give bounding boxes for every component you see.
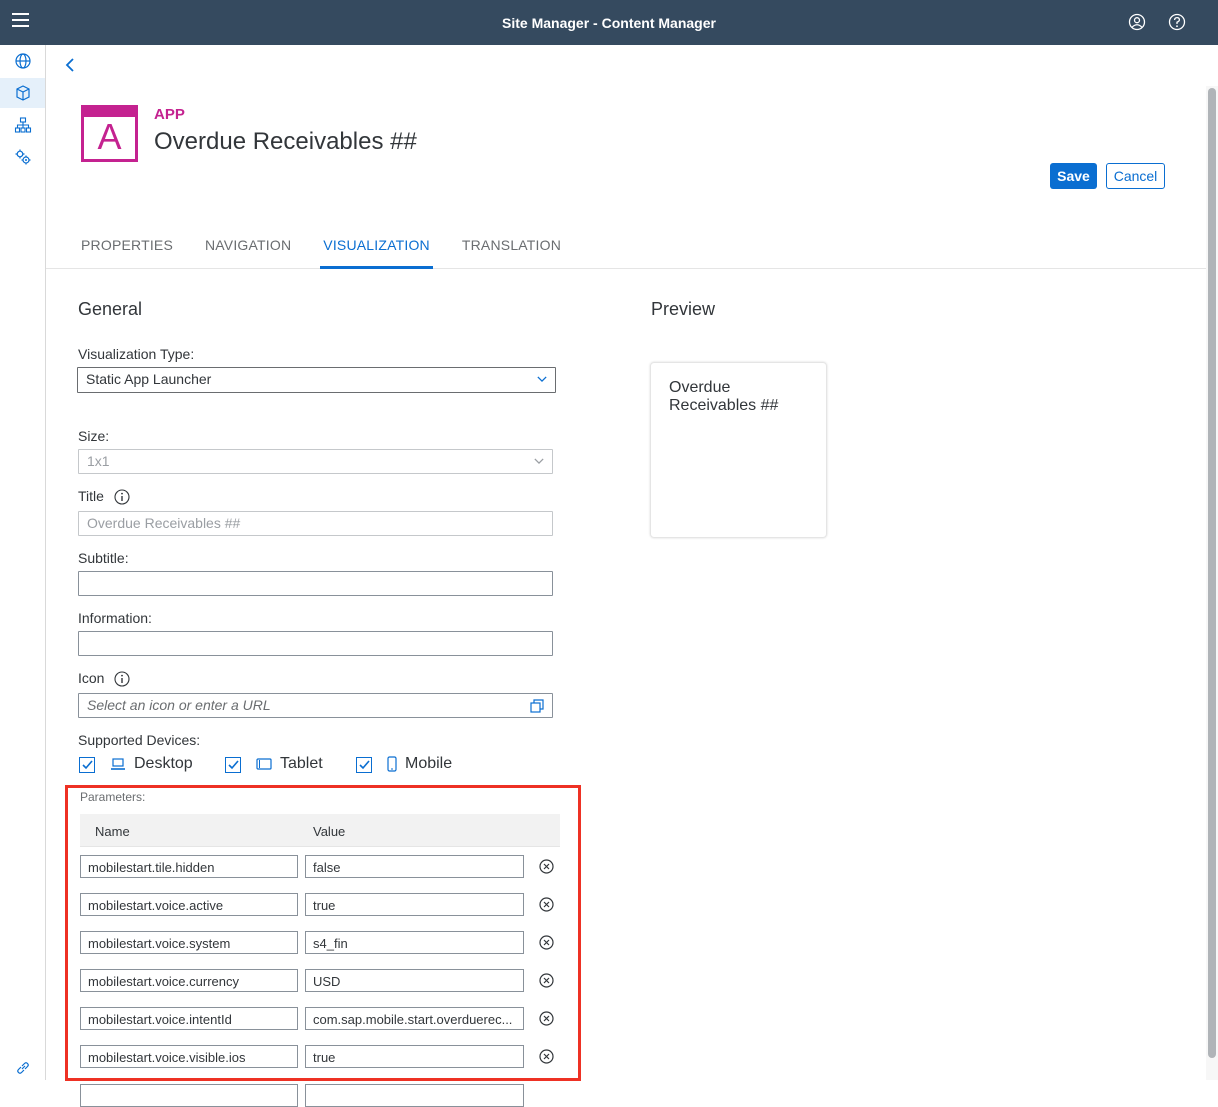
preview-tile: Overdue Receivables ## [650,362,827,538]
checkmark-icon [359,760,370,770]
size-value: 1x1 [87,453,110,469]
preview-heading: Preview [651,299,716,319]
visualization-content: General Preview Visualization Type: Stat… [46,270,1206,1107]
icon-label: Icon [78,670,130,687]
remove-row-icon[interactable] [539,859,554,874]
checkmark-icon [82,760,93,770]
scrollbar[interactable] [1206,86,1218,1080]
general-heading: General [78,299,143,319]
save-button[interactable]: Save [1050,163,1097,189]
param-value-input[interactable]: true [305,1045,524,1068]
information-input[interactable] [78,631,553,656]
help-icon[interactable] [1168,13,1186,31]
subtitle-label: Subtitle: [78,550,129,566]
size-select: 1x1 [78,449,553,474]
main-area: A APP Overdue Receivables ## Save Cancel… [46,45,1206,1107]
value-help-icon[interactable] [530,699,544,713]
link-icon [16,1062,29,1074]
param-name-input[interactable]: mobilestart.voice.visible.ios [80,1045,298,1068]
icon-placeholder: Select an icon or enter a URL [87,697,271,713]
sidebar-item-settings[interactable] [0,142,45,172]
remove-row-icon[interactable] [539,1049,554,1064]
side-navigation [0,45,46,1080]
visualization-type-label: Visualization Type: [78,346,195,362]
preview-tile-title: Overdue Receivables ## [669,379,779,414]
param-value-input[interactable]: s4_fin [305,931,524,954]
shell-title: Site Manager - Content Manager [502,15,716,31]
param-name-input[interactable]: mobilestart.voice.intentId [80,1007,298,1030]
mobile-phone-icon [387,756,397,772]
subtitle-input[interactable] [78,571,553,596]
desktop-label: Desktop [134,755,193,772]
page-title: Overdue Receivables ## [154,128,417,155]
laptop-icon [111,758,125,770]
visualization-type-value: Static App Launcher [86,371,212,387]
scrollbar-thumb[interactable] [1208,88,1216,1058]
param-value-input-new[interactable] [305,1084,524,1107]
user-icon[interactable] [1128,13,1146,31]
param-name-input[interactable]: mobilestart.voice.active [80,893,298,916]
remove-row-icon[interactable] [539,897,554,912]
info-icon[interactable] [114,489,130,505]
tablet-icon [256,758,272,770]
back-chevron-icon[interactable] [64,57,76,73]
mobile-checkbox[interactable] [356,757,372,773]
visualization-type-select[interactable]: Static App Launcher [77,367,556,393]
shell-bar: Site Manager - Content Manager [0,0,1218,45]
parameters-label: Parameters: [80,790,146,804]
column-header-value: Value [313,824,346,839]
size-label: Size: [78,428,110,444]
desktop-checkbox[interactable] [79,757,95,773]
mobile-label: Mobile [405,755,453,772]
tab-properties[interactable]: PROPERTIES [81,237,173,269]
title-label: Title [78,488,130,505]
tab-visualization[interactable]: VISUALIZATION [320,237,433,269]
globe-icon [14,53,31,69]
parameters-table-header: Name Value [80,814,560,847]
param-value-input[interactable]: USD [305,969,524,992]
remove-row-icon[interactable] [539,973,554,988]
content-cube-icon [15,85,30,101]
supported-devices-label: Supported Devices: [78,732,201,748]
sidebar-item-sites[interactable] [0,46,45,76]
object-header: A APP Overdue Receivables ## Save Cancel… [46,87,1206,269]
tab-navigation[interactable]: NAVIGATION [205,237,291,269]
param-value-input[interactable]: true [305,893,524,916]
param-value-input[interactable]: com.sap.mobile.start.overduerec... [305,1007,524,1030]
param-name-input-new[interactable] [80,1084,298,1107]
param-name-input[interactable]: mobilestart.voice.currency [80,969,298,992]
sidebar-footer-link[interactable] [0,1053,45,1083]
param-name-input[interactable]: mobilestart.voice.system [80,931,298,954]
sidebar-item-channels[interactable] [0,110,45,140]
chevron-down-icon [537,376,547,382]
app-type-icon: A [81,105,138,162]
param-value-input[interactable]: false [305,855,524,878]
tablet-label: Tablet [280,755,323,772]
remove-row-icon[interactable] [539,935,554,950]
tab-translation[interactable]: TRANSLATION [462,237,561,269]
sitemap-icon [14,117,31,133]
checkmark-icon [228,760,239,770]
cancel-button[interactable]: Cancel [1106,163,1165,189]
param-name-input[interactable]: mobilestart.tile.hidden [80,855,298,878]
tablet-checkbox[interactable] [225,757,241,773]
sidebar-item-content-manager[interactable] [0,78,45,108]
remove-row-icon[interactable] [539,1011,554,1026]
column-header-name: Name [95,824,130,839]
settings-gears-icon [15,149,30,165]
object-type-label: APP [154,106,185,123]
info-icon[interactable] [114,671,130,687]
tab-bar: PROPERTIES NAVIGATION VISUALIZATION TRAN… [81,237,593,269]
icon-input[interactable]: Select an icon or enter a URL [78,693,553,718]
back-bar [46,45,1206,87]
chevron-down-icon [534,458,544,464]
information-label: Information: [78,610,152,626]
title-input: Overdue Receivables ## [78,511,553,536]
